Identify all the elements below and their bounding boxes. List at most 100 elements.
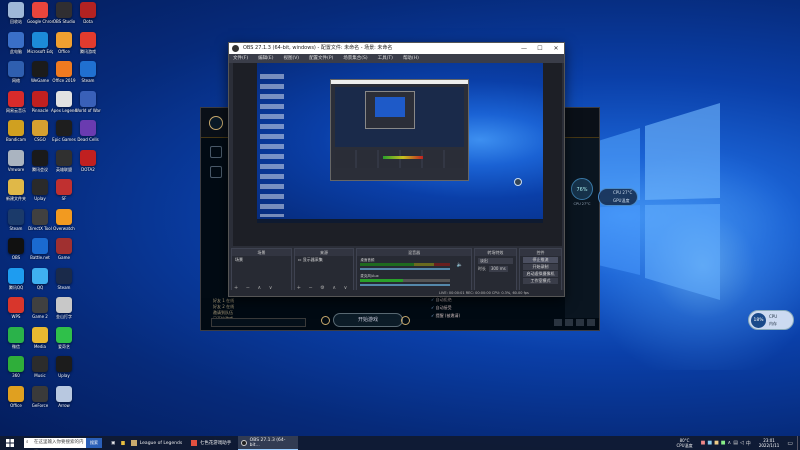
desktop-icon[interactable]: DirectX Tool: [27, 208, 53, 239]
desktop-icon[interactable]: Uplay: [51, 356, 77, 386]
desktop-icon[interactable]: 新建文件夹: [3, 179, 29, 209]
tray-app-icon[interactable]: ■: [707, 440, 712, 447]
ime-icon[interactable]: 中: [746, 440, 751, 447]
menu-profile[interactable]: 配置文件(P): [309, 54, 333, 63]
desktop-icon[interactable]: Game 2: [27, 297, 53, 327]
volume-slider[interactable]: [360, 268, 451, 270]
taskbar-search-input[interactable]: ⌕ 在这里输入你要搜索的内容: [24, 438, 86, 448]
system-monitor-widget[interactable]: 18% CPU 内存: [748, 310, 794, 330]
desktop-icon[interactable]: WeGame: [27, 61, 53, 91]
lol-play-right-icon[interactable]: [401, 316, 410, 325]
lol-option-item[interactable]: ✓ 自动拒绝: [431, 296, 460, 304]
desktop-icon[interactable]: 网易云音乐: [3, 90, 29, 121]
minimize-button[interactable]: —: [516, 43, 532, 54]
menu-scene-collection[interactable]: 场景集合(S): [343, 54, 367, 63]
close-button[interactable]: ✕: [548, 43, 564, 54]
desktop-icon[interactable]: WPS: [3, 297, 29, 327]
file-explorer-icon[interactable]: ▆: [118, 436, 127, 450]
desktop-icon[interactable]: 360: [3, 356, 29, 386]
desktop-icon[interactable]: 腾讯会议: [27, 149, 53, 180]
desktop-icon[interactable]: Media: [27, 326, 53, 357]
desktop-icon[interactable]: OBS Studio: [51, 2, 77, 32]
taskbar-app-active[interactable]: OBS 27.1.3 (64-bit...: [237, 436, 298, 450]
desktop-icon[interactable]: Epic Games: [51, 120, 77, 150]
desktop-icon[interactable]: 回收站: [3, 2, 29, 32]
desktop-icon[interactable]: 微信: [3, 326, 29, 357]
desktop-icon[interactable]: 金山打字: [51, 297, 77, 327]
desktop-icon[interactable]: Bandicam: [3, 120, 29, 150]
stop-streaming-button[interactable]: 停止推流: [522, 257, 558, 263]
desktop-icon[interactable]: Apex Legends: [51, 90, 77, 121]
clock[interactable]: 23:01 2022/1/11: [755, 438, 784, 448]
desktop-icon[interactable]: 腾讯QQ: [3, 267, 29, 298]
menu-edit[interactable]: 编辑(E): [258, 54, 273, 63]
desktop-icon[interactable]: OBS: [3, 238, 29, 268]
desktop-icon[interactable]: Music: [27, 356, 53, 386]
desktop-icon[interactable]: Battle.net: [27, 238, 53, 268]
duration-input[interactable]: 300 ms: [488, 266, 508, 272]
lol-mic-icon[interactable]: [576, 319, 584, 326]
desktop-icon[interactable]: QQ: [27, 267, 53, 298]
desktop-icon[interactable]: 英雄联盟: [51, 149, 77, 180]
lol-widget-bubble[interactable]: CPU 27°C GPU温度: [598, 188, 638, 206]
desktop-icon[interactable]: 腾讯游戏: [75, 31, 101, 62]
desktop-icon[interactable]: Overwatch: [51, 208, 77, 239]
desktop-icon[interactable]: Uplay: [27, 179, 53, 209]
desktop-icon[interactable]: GeForce: [27, 385, 53, 416]
lol-side-icon-2[interactable]: [210, 166, 222, 178]
lol-friend-avatar[interactable]: 76%: [571, 178, 593, 200]
lol-chat-input[interactable]: [211, 318, 306, 327]
chevron-up-icon[interactable]: ∧: [728, 440, 732, 447]
desktop-icon[interactable]: Steam: [51, 267, 77, 298]
desktop-icon[interactable]: DOTA2: [75, 149, 101, 180]
desktop-icon[interactable]: Office 2019: [51, 61, 77, 91]
volume-slider[interactable]: [360, 284, 451, 286]
speaker-icon[interactable]: 🔈: [457, 262, 463, 268]
menu-file[interactable]: 文件(F): [233, 54, 248, 63]
volume-icon[interactable]: ◁: [740, 440, 744, 447]
desktop-icon[interactable]: Dead Cells: [75, 120, 101, 150]
start-recording-button[interactable]: 开始录制: [522, 264, 558, 270]
transition-select[interactable]: 淡出: [477, 258, 513, 264]
lol-side-icon-1[interactable]: [210, 146, 222, 158]
desktop-icon[interactable]: Steam: [3, 208, 29, 239]
studio-mode-button[interactable]: 工作室模式: [522, 278, 558, 284]
desktop-icon[interactable]: CSGO: [27, 120, 53, 150]
lol-play-button[interactable]: 开始游戏: [333, 313, 403, 327]
lol-chat-icon[interactable]: [554, 319, 562, 326]
tray-app-icon[interactable]: ■: [701, 440, 706, 447]
menu-view[interactable]: 视图(V): [283, 54, 299, 63]
lol-option-item[interactable]: ✓ 自动接受: [431, 304, 460, 312]
lol-option-item[interactable]: ✓ 提醒 (被邀请): [431, 312, 460, 320]
obs-preview[interactable]: [233, 63, 562, 246]
notification-icon[interactable]: ▭: [783, 440, 797, 447]
scene-item[interactable]: 场景: [232, 256, 291, 264]
desktop-icon[interactable]: Office: [3, 385, 29, 416]
lol-play-left-icon[interactable]: [321, 316, 330, 325]
search-button[interactable]: 搜索: [86, 438, 102, 448]
task-view-icon[interactable]: ▣: [108, 436, 118, 450]
desktop-icon[interactable]: Steam: [75, 61, 101, 91]
lol-square-icon[interactable]: [565, 319, 573, 326]
desktop-icon[interactable]: Microsoft Edge: [27, 31, 53, 62]
virtual-camera-button[interactable]: 启动虚拟摄像机: [522, 271, 558, 277]
taskbar-app[interactable]: League of Legends: [128, 436, 188, 450]
tray-app-icon[interactable]: ■: [721, 440, 726, 447]
tray-app-icon[interactable]: ■: [714, 440, 719, 447]
network-icon[interactable]: ▤: [733, 440, 738, 447]
desktop-icon[interactable]: 网络: [3, 61, 29, 91]
maximize-button[interactable]: ☐: [532, 43, 548, 54]
desktop-icon[interactable]: Pinnacle: [27, 90, 53, 121]
desktop-icon[interactable]: 爱奇艺: [51, 326, 77, 357]
start-button[interactable]: [0, 436, 20, 450]
weather-widget[interactable]: 80°C CPU温度: [672, 438, 696, 448]
desktop-icon[interactable]: Dota: [75, 2, 101, 32]
desktop-icon[interactable]: SF: [51, 179, 77, 209]
obs-window[interactable]: OBS 27.1.3 (64-bit, windows) - 配置文件: 未命名…: [228, 42, 565, 297]
desktop-icon[interactable]: 此电脑: [3, 31, 29, 62]
desktop-icon[interactable]: Office: [51, 31, 77, 62]
menu-help[interactable]: 帮助(H): [403, 54, 419, 63]
desktop-icon[interactable]: Vmware: [3, 149, 29, 180]
lol-settings-icon[interactable]: [587, 319, 595, 326]
desktop-icon[interactable]: Arrow: [51, 385, 77, 416]
